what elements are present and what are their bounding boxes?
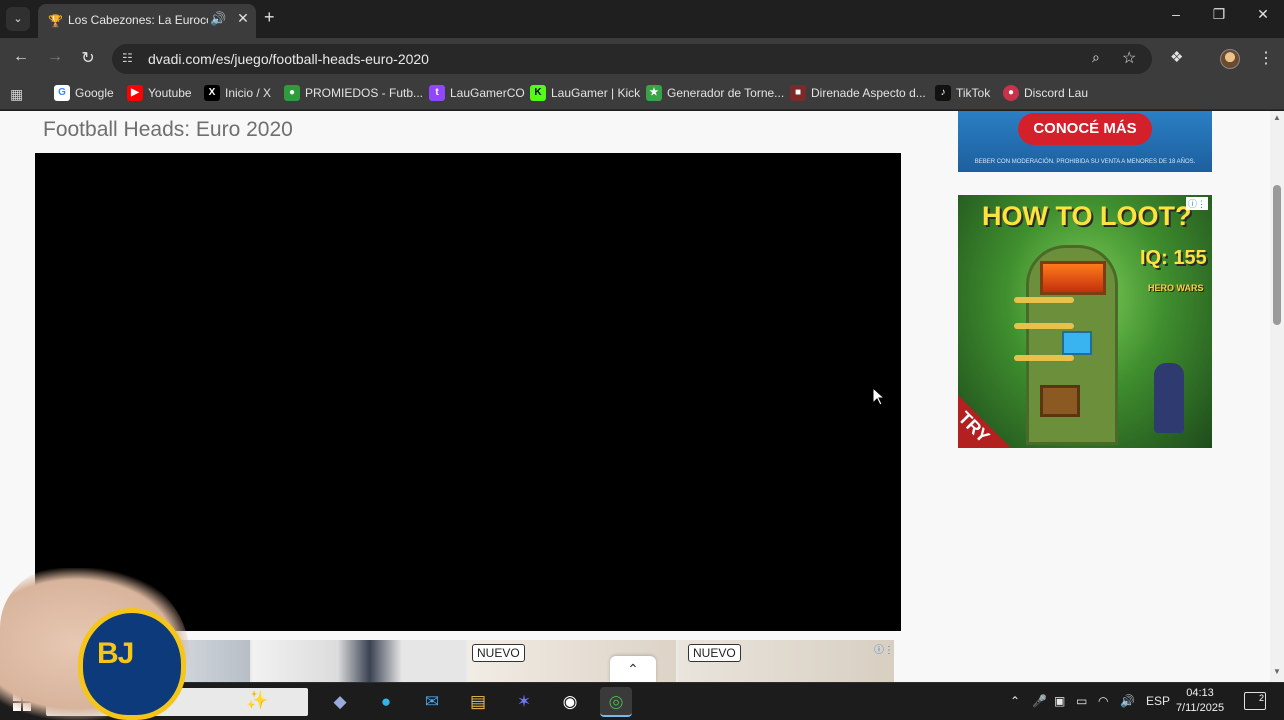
google-icon: G	[54, 85, 70, 101]
x-icon: X	[204, 85, 220, 101]
bookmark-kick[interactable]: K LauGamer | Kick	[530, 85, 640, 105]
tiktok-icon: ♪	[935, 85, 951, 101]
windows-taskbar: ✨ ◆ ● ✉ ▤ ✶ ◉ ◎ ⌃ 🎤 ▣ ▭ ◠ 🔊 ESP 04:13 7/…	[0, 682, 1284, 720]
close-tab-icon[interactable]: ✕	[234, 10, 252, 27]
club-badge-logo: BJ	[78, 608, 186, 720]
edge-icon[interactable]: ●	[370, 687, 402, 717]
bookmark-tiktok[interactable]: ♪ TikTok	[935, 85, 990, 105]
clock-time: 04:13	[1186, 687, 1214, 699]
scroll-down-arrow-icon[interactable]: ▼	[1273, 667, 1281, 676]
file-explorer-icon[interactable]: ▤	[462, 687, 494, 717]
ad-water-chamber	[1062, 331, 1092, 355]
badge-text: BJ	[97, 637, 134, 670]
battery-icon[interactable]: ▭	[1076, 694, 1087, 708]
ad-pin	[1014, 355, 1074, 361]
page-title: Football Heads: Euro 2020	[43, 118, 293, 141]
hero-wars-ad[interactable]: HOW TO LOOT? IQ: 155 HERO WARS TRY ⓘ⋮	[958, 195, 1212, 448]
game-canvas[interactable]	[35, 153, 901, 631]
tab-title: Los Cabezones: La Eurocopa	[68, 13, 208, 27]
bookmark-star-icon[interactable]: ☆	[1122, 48, 1136, 68]
forward-button[interactable]: →	[44, 48, 66, 66]
beer-ad-banner[interactable]: CONOCÉ MÁS BEBER CON MODERACIÓN. PROHIBI…	[958, 111, 1212, 172]
new-badge: NUEVO	[472, 644, 525, 662]
microphone-icon[interactable]: 🎤	[1032, 694, 1047, 708]
ad-chest-art	[1040, 385, 1080, 417]
ad-headline: HOW TO LOOT?	[982, 201, 1192, 231]
tab-strip: ⌄ 🏆 Los Cabezones: La Eurocopa 🔊 ✕ + – ❐…	[0, 0, 1284, 38]
trophy-icon: ★	[646, 85, 662, 101]
tray-overflow-icon[interactable]: ⌃	[1010, 694, 1020, 708]
ad-cta-button[interactable]: CONOCÉ MÁS	[1018, 113, 1152, 145]
bottom-ad-strip[interactable]: NUEVO NUEVO	[166, 640, 894, 682]
bookmark-generador[interactable]: ★ Generador de Torne...	[646, 85, 784, 105]
address-bar[interactable]: ☷ dvadi.com/es/juego/football-heads-euro…	[112, 44, 1152, 74]
page-scrollbar[interactable]: ▲ ▼	[1270, 111, 1284, 682]
extensions-icon[interactable]: ❖	[1170, 48, 1183, 66]
copilot-icon[interactable]: ◆	[324, 687, 356, 717]
back-button[interactable]: ←	[10, 48, 32, 66]
youtube-icon: ▶	[127, 85, 143, 101]
discord-icon: ●	[1003, 85, 1019, 101]
clock-date: 7/11/2025	[1175, 702, 1225, 714]
ad-hero-character	[1154, 363, 1184, 433]
url-text[interactable]: dvadi.com/es/juego/football-heads-euro-2…	[148, 51, 429, 67]
web-page: Football Heads: Euro 2020 CONOCÉ MÁS BEB…	[0, 111, 1270, 682]
system-clock[interactable]: 04:13 7/11/2025	[1170, 686, 1230, 716]
tab-search-button[interactable]: ⌄	[6, 7, 30, 31]
ad-pin	[1014, 297, 1074, 303]
mouse-cursor-icon	[872, 387, 886, 406]
bookmark-direnade[interactable]: ■ Direnade Aspecto d...	[790, 85, 926, 105]
obs-icon[interactable]: ◉	[554, 687, 586, 717]
notification-count: 2	[1258, 693, 1264, 703]
language-indicator[interactable]: ESP	[1146, 694, 1170, 708]
chrome-icon[interactable]: ◎	[600, 687, 632, 717]
ad-iq-label: IQ: 155	[1140, 247, 1207, 269]
bookmark-promiedos[interactable]: ● PROMIEDOS - Futb...	[284, 85, 423, 105]
wifi-icon[interactable]: ◠	[1098, 694, 1108, 708]
site-settings-icon[interactable]: ☷	[122, 51, 133, 65]
ad-lava-chamber	[1040, 261, 1106, 295]
ad-brand-logo: HERO WARS	[1148, 283, 1204, 293]
zoom-icon[interactable]: ⌕	[1092, 49, 1100, 66]
apps-grid-icon[interactable]: ▦	[10, 86, 23, 103]
bookmark-google[interactable]: G Google	[54, 85, 114, 105]
volume-icon[interactable]: 🔊	[1120, 694, 1135, 708]
twitch-icon: t	[429, 85, 445, 101]
speaker-icon[interactable]: 🔊	[210, 11, 226, 27]
active-tab[interactable]: 🏆 Los Cabezones: La Eurocopa 🔊 ✕	[38, 4, 256, 38]
scrollbar-thumb[interactable]	[1273, 185, 1281, 325]
game-icon: ■	[790, 85, 806, 101]
notifications-icon[interactable]: 2	[1244, 692, 1266, 710]
webcam-icon[interactable]: ▣	[1054, 694, 1065, 708]
promiedos-icon: ●	[284, 85, 300, 101]
app-icon[interactable]: ✶	[508, 687, 540, 717]
close-window-button[interactable]: ✕	[1243, 6, 1283, 23]
ad-thumbnail[interactable]	[252, 640, 466, 682]
kick-icon: K	[530, 85, 546, 101]
minimize-button[interactable]: –	[1156, 6, 1196, 22]
ad-fine-print: BEBER CON MODERACIÓN. PROHIBIDA SU VENTA…	[974, 159, 1196, 165]
trophy-icon: 🏆	[48, 14, 63, 28]
menu-kebab-icon[interactable]: ⋮	[1258, 48, 1274, 68]
profile-avatar[interactable]	[1220, 49, 1240, 69]
new-badge: NUEVO	[688, 644, 741, 662]
restore-button[interactable]: ❐	[1199, 6, 1239, 23]
browser-toolbar: ← → ↻ ☷ dvadi.com/es/juego/football-head…	[0, 38, 1284, 80]
mail-icon[interactable]: ✉	[416, 687, 448, 717]
bookmark-laugamerco[interactable]: t LauGamerCO	[429, 85, 525, 105]
sparkle-icon: ✨	[246, 690, 269, 710]
bookmarks-bar: ▦ G Google ▶ Youtube X Inicio / X ● PROMIEDO…	[0, 80, 1284, 110]
bookmark-discord[interactable]: ● Discord Lau	[1003, 85, 1088, 105]
adchoices-icon[interactable]: ⓘ⋮	[1186, 197, 1209, 210]
scroll-up-arrow-icon[interactable]: ▲	[1273, 113, 1281, 122]
bookmark-x[interactable]: X Inicio / X	[204, 85, 271, 105]
ad-collapse-button[interactable]: ⌃	[610, 656, 656, 682]
bookmark-youtube[interactable]: ▶ Youtube	[127, 85, 192, 105]
reload-button[interactable]: ↻	[77, 48, 99, 68]
adchoices-icon[interactable]: ⓘ⋮	[874, 641, 894, 656]
new-tab-button[interactable]: +	[264, 7, 275, 28]
ad-pin	[1014, 323, 1074, 329]
